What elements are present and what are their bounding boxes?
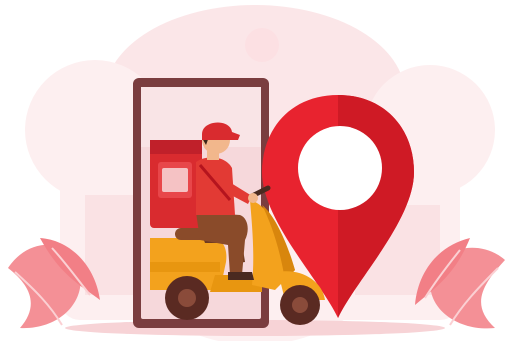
illustration-canvas	[8, 5, 505, 341]
delivery-illustration	[0, 0, 511, 341]
delivery-box-icon	[150, 140, 202, 228]
background-dot	[245, 28, 279, 62]
